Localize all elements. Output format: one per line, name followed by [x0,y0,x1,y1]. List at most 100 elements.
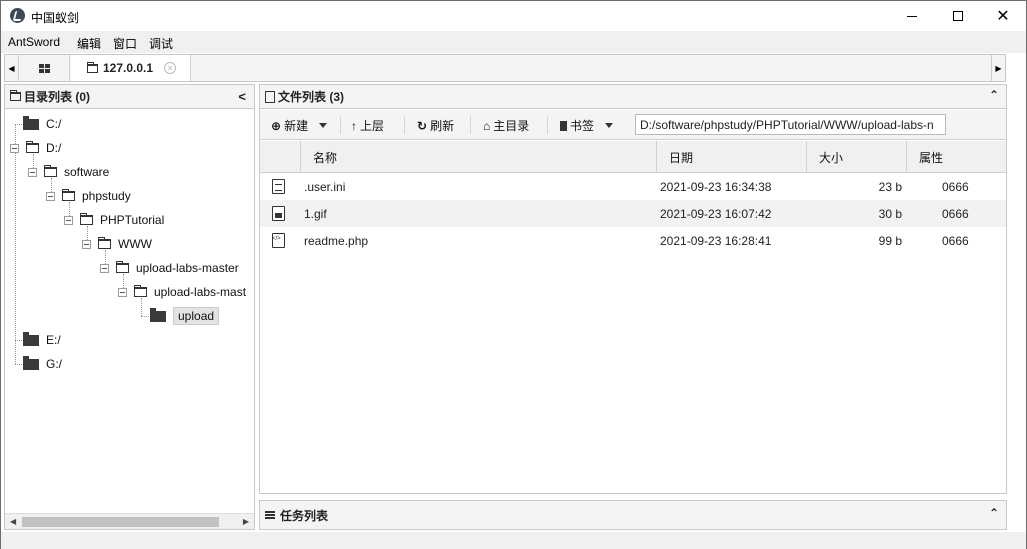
tree-horizontal-scrollbar[interactable]: ◀ ▶ [5,513,254,529]
tab-scroll-left-button[interactable]: ◀ [5,55,19,81]
tree-node-g-drive[interactable]: G:/ [23,354,62,374]
close-icon: ✕ [996,8,1010,25]
menu-antsword[interactable]: AntSword [8,35,60,49]
tree-node-label: PHPTutorial [100,213,165,227]
collapse-panel-icon[interactable]: < [238,89,246,104]
tree-node-upload-labs-mast[interactable]: upload-labs-mast [118,282,246,302]
tree-collapse-toggle-icon[interactable] [46,191,55,201]
file-table-header: 名称 日期 大小 属性 [260,141,1006,173]
file-list-header: 文件列表 (3) ⌃ [260,85,1006,109]
drive-folder-icon [23,115,39,130]
tree-node-label: D:/ [46,141,62,155]
new-button[interactable]: ⊕ 新建 [271,117,328,134]
tab-host-label: 127.0.0.1 [103,61,154,75]
refresh-label: 刷新 [430,119,455,133]
tree-collapse-toggle-icon[interactable] [64,215,73,225]
tree-collapse-toggle-icon[interactable] [100,263,109,273]
column-header-size[interactable]: 大小 [806,141,906,173]
menu-debug[interactable]: 调试 [149,35,173,52]
maximize-button[interactable] [935,1,981,31]
title-bar: 中国蚁剑 ✕ [1,1,1026,31]
column-header-date[interactable]: 日期 [656,141,806,173]
tree-node-e-drive[interactable]: E:/ [23,330,61,350]
folder-icon [10,90,21,101]
task-list-icon [265,511,275,519]
bookmark-button[interactable]: 书签 [560,117,614,134]
drive-folder-icon [23,355,39,370]
tree-node-phpstudy[interactable]: phpstudy [46,186,131,206]
tab-home-grid[interactable] [20,55,70,81]
home-icon: ⌂ [483,118,491,133]
table-row[interactable]: 1.gif 2021-09-23 16:07:42 30 b 0666 [260,200,1006,227]
refresh-button[interactable]: ↻ 刷新 [417,117,454,134]
tree-node-label: C:/ [46,117,62,131]
tab-scroll-right-button[interactable]: ▶ [991,55,1005,81]
menu-edit[interactable]: 编辑 [77,35,101,52]
refresh-icon: ↻ [417,118,428,133]
tree-node-phptutorial[interactable]: PHPTutorial [64,210,164,230]
tree-node-c-drive[interactable]: C:/ [23,114,61,134]
tree-node-label: E:/ [46,333,61,347]
tab-host[interactable]: 127.0.0.1 ✕ [71,55,191,81]
file-size: 99 b [878,233,902,248]
column-header-name[interactable]: 名称 [300,141,656,173]
path-input[interactable] [635,114,946,135]
folder-open-icon [98,237,111,249]
tree-node-label-selected: upload [173,307,220,325]
tab-bar: ◀ 127.0.0.1 ✕ ▶ [4,54,1006,82]
tree-collapse-toggle-icon[interactable] [82,239,91,249]
folder-open-icon [116,261,129,273]
column-header-attr[interactable]: 属性 [906,141,1006,173]
tree-collapse-toggle-icon[interactable] [10,143,19,153]
home-dir-button[interactable]: ⌂ 主目录 [483,117,529,134]
tree-node-label: phpstudy [82,189,131,203]
file-name: readme.php [304,233,369,248]
directory-panel-header: 目录列表 (0) < [5,85,254,109]
bookmark-label: 书签 [570,119,595,133]
tree-node-label: WWW [118,237,152,251]
task-list-title: 任务列表 [280,508,329,523]
scroll-right-icon[interactable]: ▶ [243,517,249,526]
folder-open-icon [44,165,57,177]
code-file-icon [272,233,285,248]
file-list-title: 文件列表 (3) [278,90,345,104]
task-list-panel[interactable]: 任务列表 ⌃ [259,500,1007,530]
tree-collapse-toggle-icon[interactable] [118,287,127,297]
close-button[interactable]: ✕ [980,1,1026,31]
tree-node-upload[interactable]: upload [150,306,220,326]
up-level-button[interactable]: ↑ 上层 [351,117,384,134]
file-toolbar: ⊕ 新建 ↑ 上层 ↻ 刷新 ⌂ 主目录 书签 [260,110,1006,140]
home-dir-label: 主目录 [493,119,530,133]
scroll-left-icon[interactable]: ◀ [10,517,16,526]
chevron-down-icon [605,123,614,128]
caret-right-icon: ▶ [995,63,1002,73]
up-level-label: 上层 [360,119,385,133]
directory-panel-title: 目录列表 (0) [24,90,91,104]
text-file-icon [272,179,285,194]
tree-node-d-drive[interactable]: D:/ [10,138,61,158]
tree-node-www[interactable]: WWW [82,234,152,254]
file-attr: 0666 [942,206,969,221]
directory-panel: 目录列表 (0) < C:/ D:/ software phpstudy PHP… [4,84,255,530]
chevron-down-icon [319,123,328,128]
minimize-button[interactable] [889,1,935,31]
scrollbar-thumb[interactable] [22,517,219,527]
table-row[interactable]: readme.php 2021-09-23 16:28:41 99 b 0666 [260,227,1006,254]
tree-node-upload-labs-master[interactable]: upload-labs-master [100,258,239,278]
drive-folder-icon [23,331,39,346]
expand-panel-icon[interactable]: ⌃ [989,506,999,520]
table-row[interactable]: .user.ini 2021-09-23 16:34:38 23 b 0666 [260,173,1006,200]
tab-close-icon[interactable]: ✕ [164,62,177,74]
tree-collapse-toggle-icon[interactable] [28,167,37,177]
menu-window[interactable]: 窗口 [113,35,137,52]
file-name: .user.ini [304,179,346,194]
file-size: 30 b [878,206,902,221]
folder-open-icon [26,141,39,153]
file-date: 2021-09-23 16:07:42 [660,206,772,221]
folder-icon [150,307,166,322]
file-size: 23 b [878,179,902,194]
plus-circle-icon: ⊕ [271,118,282,133]
tree-node-software[interactable]: software [28,162,109,182]
status-bar [1,532,1026,549]
collapse-panel-icon[interactable]: ⌃ [989,88,999,102]
